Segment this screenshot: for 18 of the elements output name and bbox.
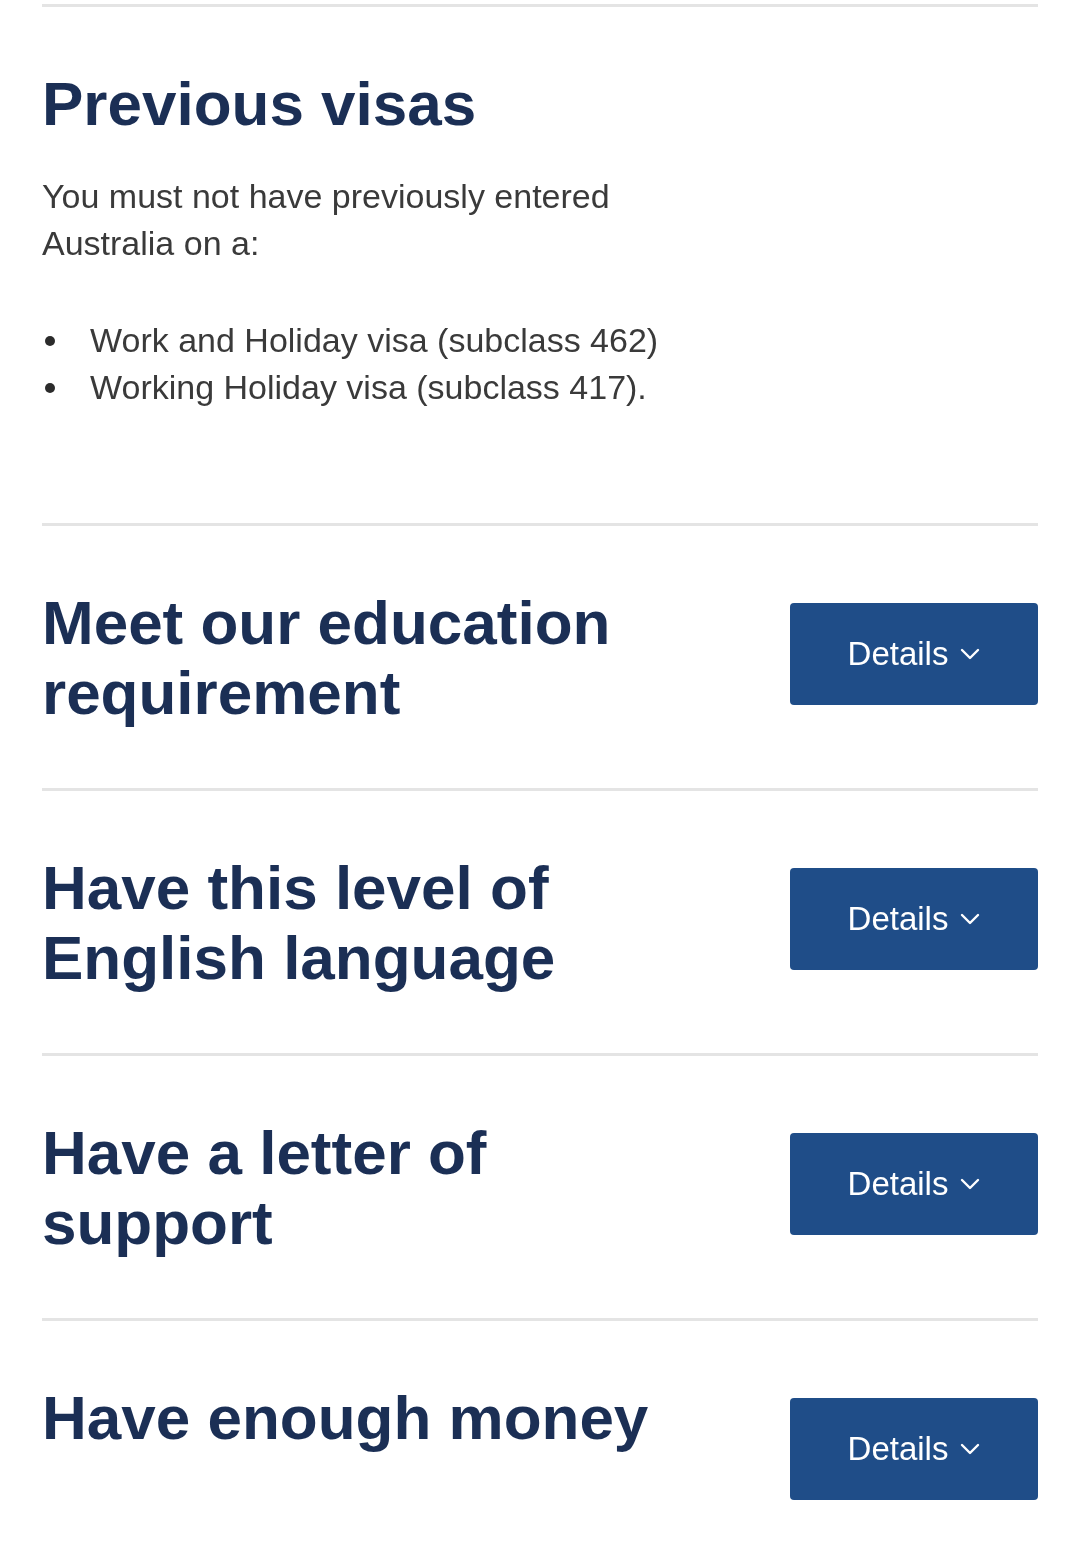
- visa-list-item: Work and Holiday visa (subclass 462): [90, 320, 659, 361]
- visa-list-item: Working Holiday visa (subclass 417).: [90, 367, 647, 408]
- chevron-down-icon: [960, 1178, 981, 1190]
- details-button[interactable]: Details: [790, 868, 1038, 970]
- bullet-icon: [45, 382, 55, 393]
- chevron-down-icon: [960, 1443, 981, 1455]
- section-heading: Have this level of English language: [42, 853, 557, 993]
- section-heading: Have enough money: [42, 1383, 650, 1453]
- details-button[interactable]: Details: [790, 1398, 1038, 1500]
- chevron-down-icon: [960, 913, 981, 925]
- section-heading: Meet our education requirement: [42, 588, 612, 728]
- intro-text: You must not have previously entered Australia on a:: [42, 176, 611, 264]
- details-button[interactable]: Details: [790, 603, 1038, 705]
- details-button[interactable]: Details: [790, 1133, 1038, 1235]
- bullet-icon: [45, 335, 55, 346]
- section-heading: Have a letter of support: [42, 1118, 488, 1258]
- chevron-down-icon: [960, 648, 981, 660]
- section-heading: Previous visas: [42, 69, 478, 139]
